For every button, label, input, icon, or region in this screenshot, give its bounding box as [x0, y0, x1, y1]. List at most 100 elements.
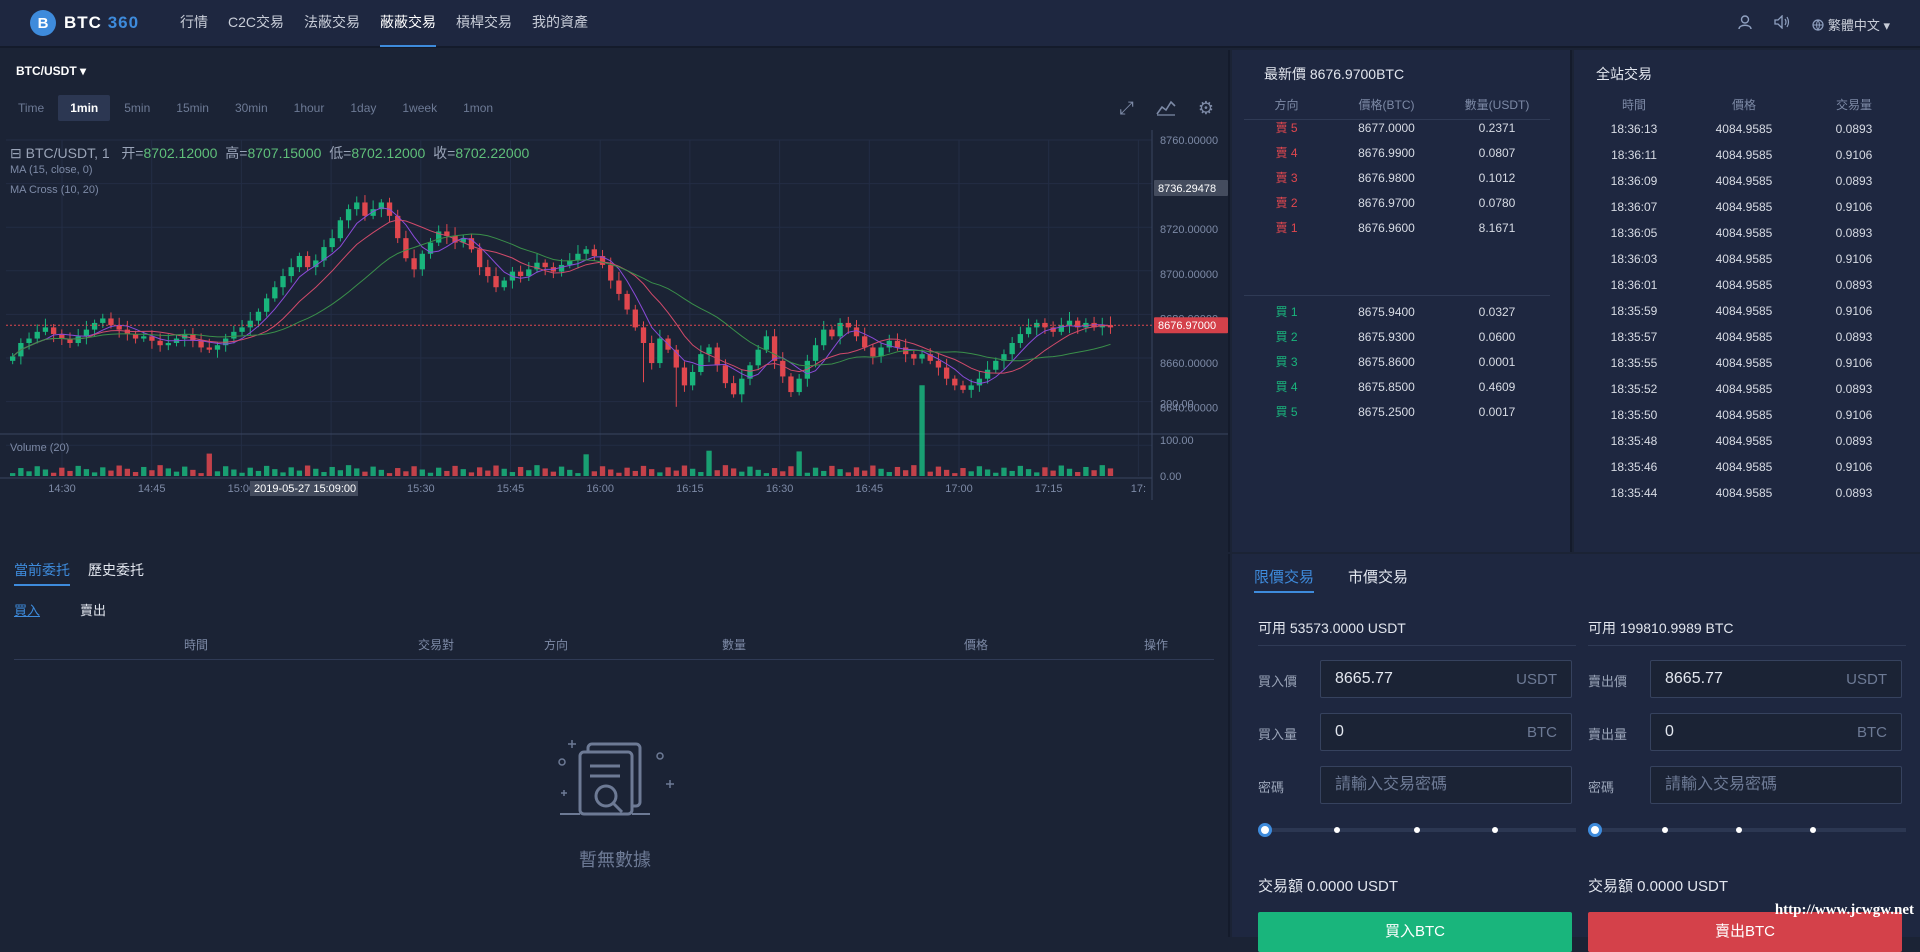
- language-selector[interactable]: 繁體中文 ▾: [1812, 15, 1890, 34]
- orderbook-row-buy[interactable]: 買 3 8675.8600 0.0001: [1244, 350, 1550, 375]
- volume-bar: [165, 468, 171, 476]
- buy-password-input[interactable]: [1335, 767, 1505, 803]
- tab-market-trade[interactable]: 市價交易: [1348, 566, 1408, 593]
- candle-body: [952, 378, 958, 386]
- settings-gear-icon[interactable]: ⚙: [1198, 98, 1214, 121]
- sell-price-label: 賣出價: [1588, 674, 1628, 689]
- volume-bar: [304, 465, 311, 476]
- orderbook-divider: [1244, 295, 1550, 296]
- interval-1mon[interactable]: 1mon: [451, 95, 505, 121]
- pair-selector[interactable]: BTC/USDT ▾: [16, 64, 86, 78]
- buy-slider-handle[interactable]: [1258, 823, 1272, 837]
- top-right-tools: 繁體中文 ▾: [1738, 0, 1890, 48]
- volume-bar: [198, 473, 204, 476]
- nav-item-market[interactable]: 行情: [180, 0, 208, 47]
- volume-bar: [1001, 467, 1007, 476]
- candle-body: [476, 249, 483, 268]
- orderbook-row-buy[interactable]: 買 1 8675.9400 0.0327: [1244, 300, 1550, 325]
- orderbook-row-sell[interactable]: 賣 5 8677.0000 0.2371: [1244, 116, 1550, 141]
- sell-percent-slider[interactable]: [1588, 823, 1906, 837]
- volume-bar: [550, 471, 557, 476]
- volume-bar: [681, 465, 688, 476]
- candle-body: [1017, 334, 1024, 343]
- candle-body: [296, 256, 303, 268]
- sell-price-input[interactable]: [1665, 661, 1835, 697]
- ma-indicator-label: MA (15, close, 0): [10, 164, 93, 176]
- orderbook-row-buy[interactable]: 買 4 8675.8500 0.4609: [1244, 375, 1550, 400]
- volume-bar: [1017, 465, 1024, 476]
- price-tick-label: 8660.00000: [1160, 358, 1218, 370]
- volume-bar: [288, 467, 294, 476]
- nav-item-c2c[interactable]: C2C交易: [228, 0, 284, 47]
- crosshair-price-tag: 8736.29478: [1158, 183, 1216, 195]
- trade-form-panel: 限價交易 市價交易 可用 53573.0000 USDT 買入價 USDT 買入…: [1232, 554, 1920, 952]
- volume-bar: [1034, 472, 1040, 476]
- buy-percent-slider[interactable]: [1258, 823, 1576, 837]
- buy-qty-input[interactable]: [1335, 714, 1505, 750]
- candle-body: [206, 347, 212, 350]
- orderbook-row-sell[interactable]: 賣 3 8676.9800 0.1012: [1244, 166, 1550, 191]
- candle-body: [943, 367, 950, 379]
- sell-qty-input[interactable]: [1665, 714, 1835, 750]
- trade-row: 18:36:05 4084.9585 0.0893: [1610, 226, 1873, 240]
- volume-bar: [493, 465, 499, 476]
- candle-body: [558, 264, 565, 272]
- buy-password-field: 密碼: [1258, 766, 1576, 805]
- candlestick-chart[interactable]: 8760.000008740.000008720.000008700.00000…: [0, 130, 1228, 550]
- subtab-buy[interactable]: 買入: [14, 600, 40, 619]
- volume-bar: [558, 466, 565, 476]
- volume-tick-label: 100.00: [1160, 435, 1194, 447]
- volume-bar: [935, 466, 942, 476]
- buy-trade-amount: 交易額 0.0000 USDT: [1258, 878, 1399, 895]
- buy-price-input[interactable]: [1335, 661, 1505, 697]
- tab-history-orders[interactable]: 歷史委托: [88, 560, 144, 586]
- candle-body: [960, 385, 966, 390]
- volume-bar: [411, 466, 417, 476]
- nav-item-fiat[interactable]: 法蔽交易: [304, 0, 360, 47]
- indicator-icon[interactable]: [1156, 98, 1176, 121]
- buy-available-balance: 可用 53573.0000 USDT: [1258, 610, 1576, 646]
- interval-5min[interactable]: 5min: [112, 95, 162, 121]
- orderbook-row-sell[interactable]: 賣 2 8676.9700 0.0780: [1244, 191, 1550, 216]
- fullscreen-icon[interactable]: ⤢: [1119, 98, 1133, 121]
- nav-item-coin-trade[interactable]: 蔽蔽交易: [380, 0, 437, 47]
- volume-bar: [34, 466, 40, 476]
- buy-btc-button[interactable]: 買入BTC: [1258, 912, 1572, 952]
- orderbook-row-buy[interactable]: 買 5 8675.2500 0.0017: [1244, 400, 1550, 425]
- volume-bar: [116, 465, 122, 476]
- orderbook-row-buy[interactable]: 買 2 8675.9300 0.0600: [1244, 325, 1550, 350]
- candle-body: [911, 354, 917, 359]
- tab-limit-trade[interactable]: 限價交易: [1254, 566, 1315, 593]
- sell-password-input[interactable]: [1665, 767, 1835, 803]
- nav-item-margin[interactable]: 槓桿交易: [456, 0, 512, 47]
- nav-item-assets[interactable]: 我的資產: [532, 0, 588, 47]
- logo[interactable]: B BTC 360: [30, 10, 164, 36]
- collapse-icon[interactable]: ⊟: [10, 145, 22, 161]
- interval-15min[interactable]: 15min: [164, 95, 221, 121]
- orderbook-row-sell[interactable]: 賣 1 8676.9600 8.1671: [1244, 216, 1550, 241]
- candle-body: [231, 331, 237, 339]
- price-tick-label: 8700.00000: [1160, 269, 1218, 281]
- candle-body: [878, 347, 884, 357]
- user-icon[interactable]: [1738, 14, 1752, 34]
- orders-panel: 當前委托 歷史委托 買入 賣出 時間 交易對 方向 數量 價格 操作 暫無數據: [0, 554, 1230, 937]
- interval-time[interactable]: Time: [6, 95, 56, 121]
- interval-1min[interactable]: 1min: [58, 95, 111, 121]
- subtab-sell[interactable]: 賣出: [80, 600, 106, 619]
- tab-current-orders[interactable]: 當前委托: [14, 560, 70, 586]
- candle-body: [993, 360, 999, 370]
- candle-body: [706, 347, 712, 355]
- sell-slider-handle[interactable]: [1588, 823, 1602, 837]
- interval-1week[interactable]: 1week: [390, 95, 449, 121]
- candle-body: [763, 336, 770, 350]
- orderbook-row-sell[interactable]: 賣 4 8676.9900 0.0807: [1244, 141, 1550, 166]
- time-tick-label: 17:00: [945, 483, 973, 495]
- interval-1hour[interactable]: 1hour: [282, 95, 337, 121]
- volume-bar: [395, 468, 401, 476]
- volume-bar: [173, 471, 180, 476]
- interval-30min[interactable]: 30min: [223, 95, 280, 121]
- candle-body: [34, 331, 40, 339]
- interval-1day[interactable]: 1day: [338, 95, 388, 121]
- volume-bar: [337, 470, 344, 476]
- speaker-icon[interactable]: [1774, 14, 1790, 33]
